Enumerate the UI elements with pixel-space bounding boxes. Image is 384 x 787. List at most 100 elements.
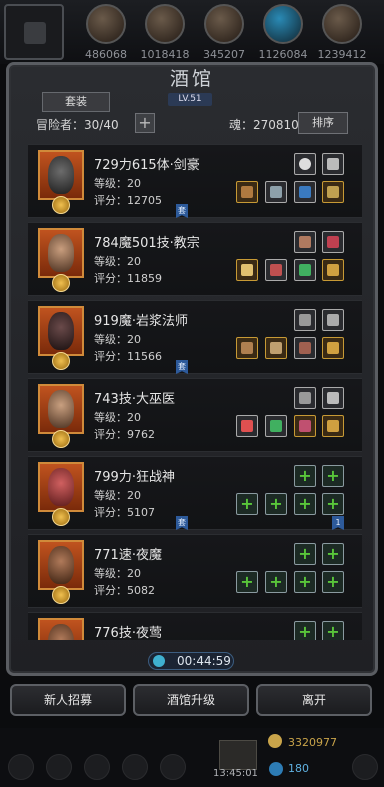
hero-level: 等级：20 bbox=[94, 255, 141, 268]
hero-level: 等级：20 bbox=[94, 333, 141, 346]
equipment-slot[interactable] bbox=[294, 181, 316, 203]
empty-slot-plus-icon[interactable] bbox=[236, 493, 258, 515]
hud-icon[interactable] bbox=[46, 754, 72, 780]
empty-slot-plus-icon[interactable] bbox=[294, 543, 316, 565]
hero-card[interactable]: 799力·狂战神 等级：20 评分：5107 bbox=[28, 456, 362, 530]
empty-slot-plus-icon[interactable] bbox=[294, 571, 316, 593]
hero-score: 评分：11566 bbox=[94, 350, 162, 363]
equipment-slot[interactable] bbox=[322, 415, 344, 437]
hero-card[interactable]: 729力615体·剑豪 等级：20 评分：12705 bbox=[28, 144, 362, 218]
hud-icon[interactable] bbox=[84, 754, 110, 780]
equipment-slot[interactable] bbox=[294, 153, 316, 175]
equipment-slot[interactable] bbox=[236, 259, 258, 281]
equipment-slot[interactable] bbox=[265, 181, 287, 203]
set-button[interactable]: 套装 bbox=[42, 92, 110, 112]
hero-score: 评分：5107 bbox=[94, 506, 155, 519]
empty-slot-plus-icon[interactable] bbox=[265, 493, 287, 515]
gem-icon bbox=[269, 762, 283, 776]
equipment-slot[interactable] bbox=[294, 337, 316, 359]
hero-portrait bbox=[38, 306, 84, 370]
leave-button[interactable]: 离开 bbox=[256, 684, 372, 716]
empty-slot-plus-icon[interactable] bbox=[322, 621, 344, 640]
hero-level: 等级：20 bbox=[94, 567, 141, 580]
empty-slot-plus-icon[interactable] bbox=[294, 621, 316, 640]
star-icon bbox=[52, 430, 70, 448]
hero-portrait bbox=[38, 462, 84, 526]
gold-icon bbox=[268, 734, 282, 748]
resource-4[interactable]: 1126084 bbox=[255, 2, 311, 62]
hud-clock: 13:45:01 bbox=[213, 768, 258, 779]
hero-portrait bbox=[38, 540, 84, 604]
hero-name: 743技·大巫医 bbox=[94, 392, 175, 407]
sort-button[interactable]: 排序 bbox=[298, 112, 348, 134]
empty-slot-plus-icon[interactable] bbox=[322, 543, 344, 565]
equipment-slot[interactable] bbox=[294, 231, 316, 253]
chest-icon[interactable] bbox=[219, 740, 257, 770]
hud-icon[interactable] bbox=[122, 754, 148, 780]
empty-slot-plus-icon[interactable] bbox=[294, 465, 316, 487]
equipment-slot[interactable] bbox=[294, 259, 316, 281]
resource-4-icon bbox=[263, 4, 303, 44]
tavern-level-badge: LV.51 bbox=[168, 93, 212, 106]
hud-icon[interactable] bbox=[8, 754, 34, 780]
hero-name: 771速·夜魔 bbox=[94, 548, 162, 563]
equipment-slot[interactable] bbox=[322, 337, 344, 359]
equipment-slot[interactable] bbox=[322, 387, 344, 409]
hero-card[interactable]: 919魔·岩浆法师 等级：20 评分：11566 bbox=[28, 300, 362, 374]
hero-card[interactable]: 743技·大巫医 等级：20 评分：9762 bbox=[28, 378, 362, 452]
empty-slot-plus-icon[interactable] bbox=[322, 465, 344, 487]
resource-5[interactable]: 1239412 bbox=[314, 2, 370, 62]
equipment-slot[interactable] bbox=[265, 259, 287, 281]
equipment-slot[interactable] bbox=[265, 415, 287, 437]
hero-name: 799力·狂战神 bbox=[94, 470, 175, 485]
equipment-slot[interactable] bbox=[294, 415, 316, 437]
equipment-slot[interactable] bbox=[236, 337, 258, 359]
hero-card[interactable]: 771速·夜魔 等级：20 评分：5082 bbox=[28, 534, 362, 608]
resource-1-value: 486068 bbox=[85, 48, 127, 61]
hero-name: 919魔·岩浆法师 bbox=[94, 314, 188, 329]
hero-score: 评分：12705 bbox=[94, 194, 162, 207]
hero-level: 等级：20 bbox=[94, 489, 141, 502]
empty-slot-plus-icon[interactable] bbox=[322, 493, 344, 515]
menu-button[interactable] bbox=[4, 4, 64, 60]
resource-2[interactable]: 1018418 bbox=[137, 2, 193, 62]
empty-slot-plus-icon[interactable] bbox=[236, 571, 258, 593]
hero-card[interactable]: 784魔501技·教宗 等级：20 评分：11859 bbox=[28, 222, 362, 296]
hero-portrait bbox=[38, 618, 84, 640]
hero-portrait bbox=[38, 384, 84, 448]
hud-icon[interactable] bbox=[160, 754, 186, 780]
equipment-slot[interactable] bbox=[322, 181, 344, 203]
equipment-slot[interactable] bbox=[294, 387, 316, 409]
equipment-slot[interactable] bbox=[322, 153, 344, 175]
add-icon[interactable] bbox=[352, 754, 378, 780]
hero-name: 776技·夜莺 bbox=[94, 626, 162, 640]
equipment-slot[interactable] bbox=[236, 181, 258, 203]
refresh-timer: 00:44:59 bbox=[148, 652, 234, 670]
equipment-slot[interactable] bbox=[265, 337, 287, 359]
expand-capacity-button[interactable]: + bbox=[135, 113, 155, 133]
star-icon bbox=[52, 586, 70, 604]
empty-slot-plus-icon[interactable] bbox=[322, 571, 344, 593]
recruit-button[interactable]: 新人招募 bbox=[10, 684, 126, 716]
page-title: 酒馆 bbox=[169, 68, 214, 90]
resource-1[interactable]: 486068 bbox=[78, 2, 134, 62]
equipment-slot[interactable] bbox=[322, 259, 344, 281]
hero-score: 评分：9762 bbox=[94, 428, 155, 441]
hero-card[interactable]: 776技·夜莺 bbox=[28, 612, 362, 640]
equipment-slot[interactable] bbox=[322, 231, 344, 253]
equipment-slot[interactable] bbox=[322, 309, 344, 331]
empty-slot-plus-icon[interactable] bbox=[265, 571, 287, 593]
resource-bar: 486068 1018418 345207 1126084 1239412 bbox=[0, 0, 384, 64]
equipment-slot[interactable] bbox=[236, 415, 258, 437]
gold-value: 3320977 bbox=[288, 736, 337, 749]
hero-level: 等级：20 bbox=[94, 177, 141, 190]
hero-list[interactable]: 729力615体·剑豪 等级：20 评分：12705 套 784魔501技·教宗… bbox=[28, 140, 362, 640]
clock-icon bbox=[153, 655, 165, 667]
resource-3-icon bbox=[204, 4, 244, 44]
resource-5-icon bbox=[322, 4, 362, 44]
empty-slot-plus-icon[interactable] bbox=[294, 493, 316, 515]
upgrade-tavern-button[interactable]: 酒馆升级 bbox=[133, 684, 249, 716]
resource-2-value: 1018418 bbox=[140, 48, 190, 61]
equipment-slot[interactable] bbox=[294, 309, 316, 331]
resource-3[interactable]: 345207 bbox=[196, 2, 252, 62]
